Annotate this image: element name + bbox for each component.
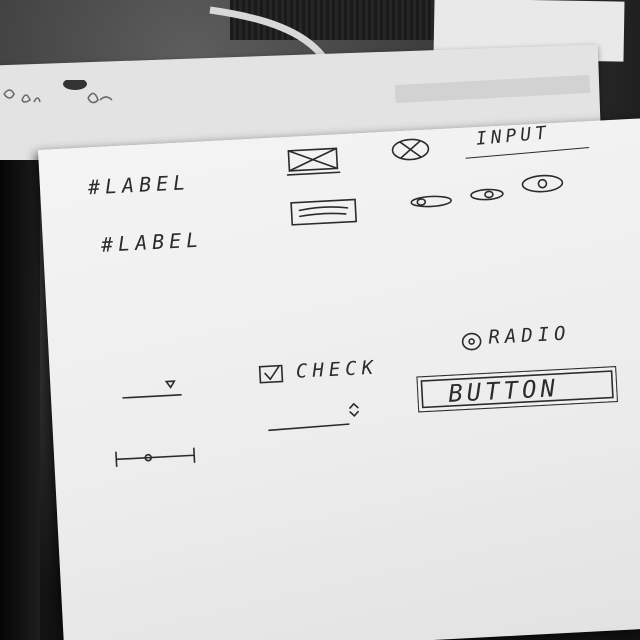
range-slider[interactable] bbox=[114, 442, 205, 473]
wireframe-sketch-sheet: #LABEL INPUT #LABEL CHECK RADIO BUTTON bbox=[38, 117, 640, 640]
label-2: #LABEL bbox=[100, 227, 204, 257]
background-scribble bbox=[3, 80, 113, 104]
radio-icon bbox=[461, 332, 482, 351]
label-1: #LABEL bbox=[87, 170, 191, 200]
image-placeholder-icon bbox=[286, 147, 341, 176]
checkbox-icon bbox=[258, 364, 284, 384]
button-label: BUTTON bbox=[447, 374, 560, 408]
slider-dots bbox=[410, 174, 564, 208]
desk-edge bbox=[0, 160, 40, 640]
dropdown-chevron-icon[interactable] bbox=[122, 375, 187, 408]
input-label: INPUT bbox=[475, 122, 551, 150]
checkbox-label: CHECK bbox=[295, 356, 379, 383]
stepper-input[interactable] bbox=[268, 401, 365, 436]
radio-label: RADIO bbox=[487, 322, 572, 349]
radio-button[interactable]: RADIO bbox=[460, 315, 631, 354]
close-circle-icon bbox=[391, 138, 430, 161]
text-area[interactable] bbox=[289, 197, 360, 231]
